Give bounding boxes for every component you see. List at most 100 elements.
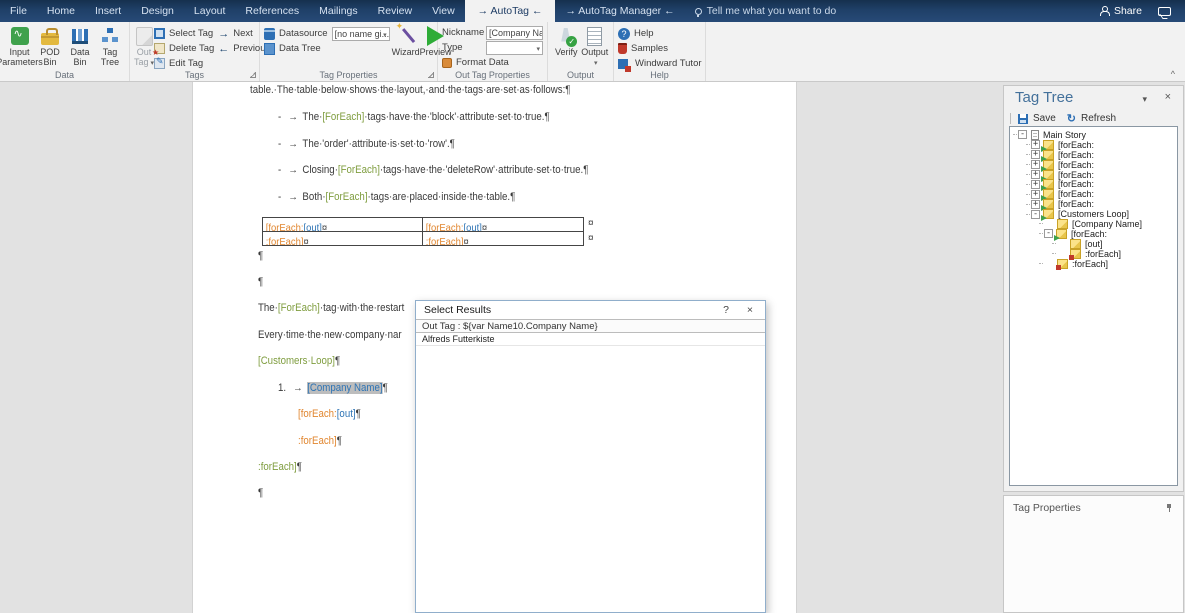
lightbulb-icon bbox=[695, 8, 702, 15]
dialog-result-row[interactable]: Alfreds Futterkiste bbox=[416, 333, 765, 346]
tree-node-foreach[interactable]: +[forEach: bbox=[1010, 170, 1177, 180]
datasource-dropdown[interactable]: [no name gi... bbox=[332, 27, 390, 41]
tags-dialog-launcher-icon[interactable] bbox=[250, 72, 256, 78]
group-label-output: Output bbox=[548, 70, 613, 80]
doc-line: The·[ForEach]·tag·with·the·restart bbox=[258, 302, 404, 314]
tab-mailings[interactable]: Mailings bbox=[309, 0, 368, 22]
table-cell[interactable]: [forEach:[out]¤ bbox=[263, 218, 423, 231]
tab-autotag[interactable]: → AutoTag ← bbox=[465, 0, 556, 22]
edit-tag-button[interactable]: Edit Tag bbox=[154, 56, 214, 71]
select-tag-button[interactable]: Select Tag bbox=[154, 26, 214, 41]
data-bin-button[interactable]: Data Bin bbox=[65, 25, 95, 68]
expand-icon[interactable]: + bbox=[1031, 140, 1040, 149]
panel-close-icon[interactable]: × bbox=[1165, 91, 1171, 103]
tab-insert[interactable]: Insert bbox=[85, 0, 131, 22]
tree-node-foreach[interactable]: :forEach] bbox=[1010, 249, 1177, 259]
expand-icon[interactable]: + bbox=[1031, 190, 1040, 199]
group-label-help: Help bbox=[614, 70, 705, 80]
dialog-column-header: Out Tag : ${var Name10.Company Name} bbox=[416, 319, 765, 333]
tab-view[interactable]: View bbox=[422, 0, 465, 22]
collapse-icon[interactable]: - bbox=[1044, 229, 1053, 238]
doc-line: [forEach:[out]¶ bbox=[298, 408, 361, 420]
tree-node-foreach[interactable]: +[forEach: bbox=[1010, 189, 1177, 199]
tags-small-buttons: Select TagDelete TagEdit Tag bbox=[154, 25, 214, 71]
expand-icon[interactable]: + bbox=[1031, 180, 1040, 189]
delete-tag-button[interactable]: Delete Tag bbox=[154, 41, 214, 56]
tree-node-company-name[interactable]: [Company Name] bbox=[1010, 219, 1177, 229]
tab-file[interactable]: File bbox=[0, 0, 37, 22]
verify-button[interactable]: Verify bbox=[552, 25, 581, 68]
tag-open-icon bbox=[1043, 150, 1054, 160]
data-bin-label: Data Bin bbox=[65, 48, 95, 68]
tree-node-label: [Customers Loop] bbox=[1058, 209, 1129, 219]
output-button[interactable]: Output bbox=[581, 25, 610, 68]
pin-icon[interactable] bbox=[1165, 503, 1173, 513]
tree-node-out[interactable]: [out] bbox=[1010, 239, 1177, 249]
tree-node-label: Main Story bbox=[1043, 130, 1086, 140]
wizard-icon bbox=[396, 26, 416, 46]
panel-menu-caret-icon[interactable]: ▾ bbox=[1142, 94, 1147, 105]
output-icon bbox=[587, 27, 602, 46]
output-dropdown-caret-icon bbox=[592, 58, 598, 68]
share-button[interactable]: Share bbox=[1099, 5, 1142, 17]
tag-open-icon bbox=[1043, 189, 1054, 199]
dialog-title: Select Results bbox=[416, 301, 765, 319]
tab-home[interactable]: Home bbox=[37, 0, 85, 22]
ribbon: Input ParametersPOD BinData BinTag Tree … bbox=[0, 22, 1185, 82]
samples-button[interactable]: Samples bbox=[618, 41, 701, 56]
type-dropdown[interactable] bbox=[486, 41, 543, 55]
data-group-buttons: Input ParametersPOD BinData BinTag Tree bbox=[4, 25, 125, 68]
expand-icon[interactable]: + bbox=[1031, 150, 1040, 159]
help-label: Help bbox=[634, 28, 654, 39]
expand-icon[interactable]: + bbox=[1031, 200, 1040, 209]
dialog-close-icon[interactable]: × bbox=[743, 304, 757, 316]
data-tree-button[interactable]: Data Tree bbox=[264, 41, 390, 56]
windward-tutor-button[interactable]: Windward Tutor bbox=[618, 56, 701, 71]
collapse-icon[interactable]: - bbox=[1018, 130, 1027, 139]
tag-properties-dialog-launcher-icon[interactable] bbox=[428, 72, 434, 78]
input-parameters-button[interactable]: Input Parameters bbox=[4, 25, 35, 68]
format-data-icon bbox=[442, 58, 452, 68]
tag-tree-panel-title: Tag Tree bbox=[1015, 89, 1073, 106]
pod-bin-button[interactable]: POD Bin bbox=[35, 25, 65, 68]
expand-icon[interactable]: + bbox=[1031, 170, 1040, 179]
tree-node-foreach[interactable]: -[forEach: bbox=[1010, 229, 1177, 239]
format-data-button[interactable]: Format Data bbox=[442, 55, 543, 70]
table-cell[interactable]: [forEach:[out]¤ bbox=[423, 218, 583, 231]
comments-icon[interactable] bbox=[1158, 7, 1171, 16]
tree-node-foreach[interactable]: :forEach] bbox=[1010, 259, 1177, 269]
input-parameters-icon bbox=[11, 27, 29, 45]
samples-label: Samples bbox=[631, 43, 668, 54]
out-tag-button[interactable]: Out Tag bbox=[134, 25, 154, 71]
refresh-button[interactable]: Refresh bbox=[1081, 113, 1116, 124]
tree-node-foreach[interactable]: +[forEach: bbox=[1010, 179, 1177, 189]
tab-design[interactable]: Design bbox=[131, 0, 184, 22]
table-cell[interactable]: :forEach]¤ bbox=[423, 232, 583, 245]
save-button[interactable]: Save bbox=[1033, 113, 1056, 124]
tab-autotag-manager[interactable]: → AutoTag Manager ← bbox=[555, 0, 684, 22]
tree-node-label: :forEach] bbox=[1085, 249, 1121, 259]
nickname-input[interactable]: [Company Na bbox=[486, 26, 543, 40]
tag-close-icon bbox=[1057, 259, 1068, 269]
dialog-help-button[interactable]: ? bbox=[719, 304, 733, 316]
tree-node-foreach[interactable]: +[forEach: bbox=[1010, 199, 1177, 209]
group-label-tag-properties: Tag Properties bbox=[260, 70, 437, 80]
tree-node-main-story[interactable]: - Main Story bbox=[1010, 130, 1177, 140]
tab-references[interactable]: References bbox=[235, 0, 309, 22]
tag-open-icon bbox=[1043, 199, 1054, 209]
group-label-data: Data bbox=[0, 70, 129, 80]
doc-line: ¶ bbox=[258, 487, 263, 499]
tab-layout[interactable]: Layout bbox=[184, 0, 236, 22]
collapse-icon[interactable]: - bbox=[1031, 210, 1040, 219]
save-icon bbox=[1018, 114, 1028, 124]
nickname-label: Nickname bbox=[442, 27, 482, 38]
expand-icon[interactable]: + bbox=[1031, 160, 1040, 169]
table-cell[interactable]: :forEach]¤ bbox=[263, 232, 423, 245]
tellme-box[interactable]: Tell me what you want to do bbox=[695, 0, 837, 22]
help-button[interactable]: Help bbox=[618, 26, 701, 41]
tree-node-customers-loop[interactable]: - [Customers Loop] bbox=[1010, 209, 1177, 219]
tab-review[interactable]: Review bbox=[368, 0, 422, 22]
tag-tree-button[interactable]: Tag Tree bbox=[95, 25, 125, 68]
wizard-button[interactable]: Wizard bbox=[392, 25, 420, 58]
collapse-ribbon-button[interactable] bbox=[1171, 69, 1175, 79]
